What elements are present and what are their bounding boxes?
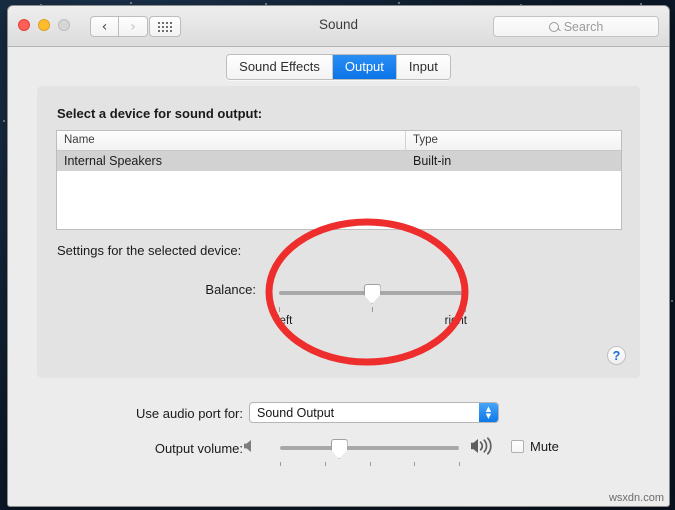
table-header-row: Name Type — [57, 131, 621, 151]
search-field[interactable]: Search — [493, 16, 659, 37]
sound-preferences-window: ‹ › Sound Search Sound Effects Output In… — [7, 5, 670, 507]
output-volume-label: Output volume: — [154, 441, 243, 456]
speaker-mute-icon — [242, 438, 258, 459]
tab-output[interactable]: Output — [332, 55, 397, 79]
mute-checkbox[interactable] — [511, 440, 524, 453]
column-header-type[interactable]: Type — [406, 131, 621, 150]
audio-port-label: Use audio port for: — [136, 406, 243, 421]
search-icon — [548, 21, 559, 32]
volume-slider-ticks — [280, 462, 460, 468]
watermark: wsxdn.com — [608, 492, 664, 504]
window-titlebar: ‹ › Sound Search — [8, 6, 669, 47]
search-placeholder: Search — [563, 19, 604, 34]
tab-group: Sound Effects Output Input — [226, 54, 451, 80]
balance-label: Balance: — [205, 282, 256, 297]
device-table[interactable]: Name Type Internal Speakers Built-in — [56, 130, 622, 230]
select-device-label: Select a device for sound output: — [57, 106, 263, 121]
mute-label: Mute — [530, 439, 559, 454]
mute-control[interactable]: Mute — [511, 439, 559, 454]
balance-slider-knob[interactable] — [363, 284, 381, 304]
tab-input[interactable]: Input — [396, 55, 450, 79]
speaker-waves-icon — [469, 436, 503, 461]
tab-sound-effects[interactable]: Sound Effects — [227, 55, 333, 79]
balance-right-label: right — [444, 315, 467, 327]
table-row[interactable]: Internal Speakers Built-in — [57, 151, 621, 171]
stepper-up-down-icon[interactable]: ▲ ▼ — [479, 403, 498, 422]
tab-bar: Sound Effects Output Input — [8, 47, 669, 87]
audio-port-select[interactable]: Sound Output ▲ ▼ — [249, 402, 499, 423]
output-settings-panel: Select a device for sound output: Name T… — [37, 86, 640, 378]
device-name-cell: Internal Speakers — [64, 154, 162, 168]
balance-slider-ticks — [279, 307, 466, 313]
audio-port-value: Sound Output — [257, 405, 335, 420]
column-header-name[interactable]: Name — [57, 131, 406, 150]
volume-slider-knob[interactable] — [330, 439, 348, 459]
help-button[interactable]: ? — [607, 346, 626, 365]
volume-slider-track[interactable] — [280, 446, 459, 450]
balance-left-label: left — [277, 315, 293, 327]
device-type-cell: Built-in — [413, 154, 452, 168]
settings-for-device-label: Settings for the selected device: — [57, 243, 242, 258]
